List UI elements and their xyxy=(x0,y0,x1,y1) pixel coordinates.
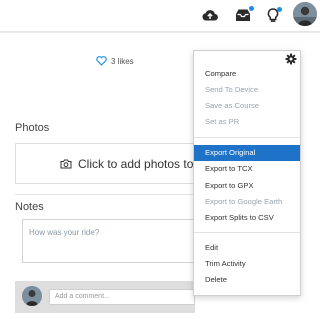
notes-title: Notes xyxy=(15,201,44,213)
menu-item-edit[interactable]: Edit xyxy=(194,240,300,256)
menu-item-compare[interactable]: Compare xyxy=(194,66,300,82)
notes-divider xyxy=(15,194,195,195)
notifications-dot xyxy=(277,7,282,12)
menu-item-export-gpx[interactable]: Export to GPX xyxy=(194,178,300,194)
menu-divider xyxy=(194,232,300,233)
inbox-notification-dot xyxy=(249,6,254,11)
user-avatar[interactable] xyxy=(293,2,317,26)
gear-icon[interactable] xyxy=(285,52,297,65)
menu-item-export-original[interactable]: Export Original xyxy=(194,145,300,161)
cloud-upload-icon[interactable] xyxy=(199,4,221,26)
menu-item-trim-activity[interactable]: Trim Activity xyxy=(194,256,300,272)
top-bar xyxy=(0,0,320,32)
menu-item-export-splits-csv[interactable]: Export Splits to CSV xyxy=(194,210,300,226)
comment-bar: Add a comment... xyxy=(15,281,195,313)
heart-icon xyxy=(96,56,107,66)
likes-label: 3 likes xyxy=(111,56,134,66)
menu-item-save-as-course: Save as Course xyxy=(205,101,260,110)
photos-title: Photos xyxy=(15,122,50,134)
menu-item-export-google-earth: Export to Google Earth xyxy=(205,197,283,206)
camera-icon xyxy=(60,159,72,168)
commenter-avatar xyxy=(22,286,42,306)
lightbulb-icon[interactable] xyxy=(262,4,284,26)
comment-input[interactable]: Add a comment... xyxy=(49,289,195,305)
menu-item-delete[interactable]: Delete xyxy=(194,272,300,288)
menu-item-send-to-device: Send To Device xyxy=(205,85,259,94)
likes-link[interactable]: 3 likes xyxy=(96,54,134,68)
add-photos-area[interactable]: Click to add photos to xyxy=(15,143,195,184)
menu-divider xyxy=(194,137,300,138)
activity-actions-menu: Compare Send To Device Save as Course Se… xyxy=(193,50,301,296)
inbox-tray-icon[interactable] xyxy=(232,4,254,26)
menu-item-export-tcx[interactable]: Export to TCX xyxy=(194,161,300,177)
menu-item-set-as-pr: Set as PR xyxy=(205,117,240,126)
add-photos-label: Click to add photos to xyxy=(78,156,194,171)
notes-textarea[interactable]: How was your ride? xyxy=(22,219,195,263)
